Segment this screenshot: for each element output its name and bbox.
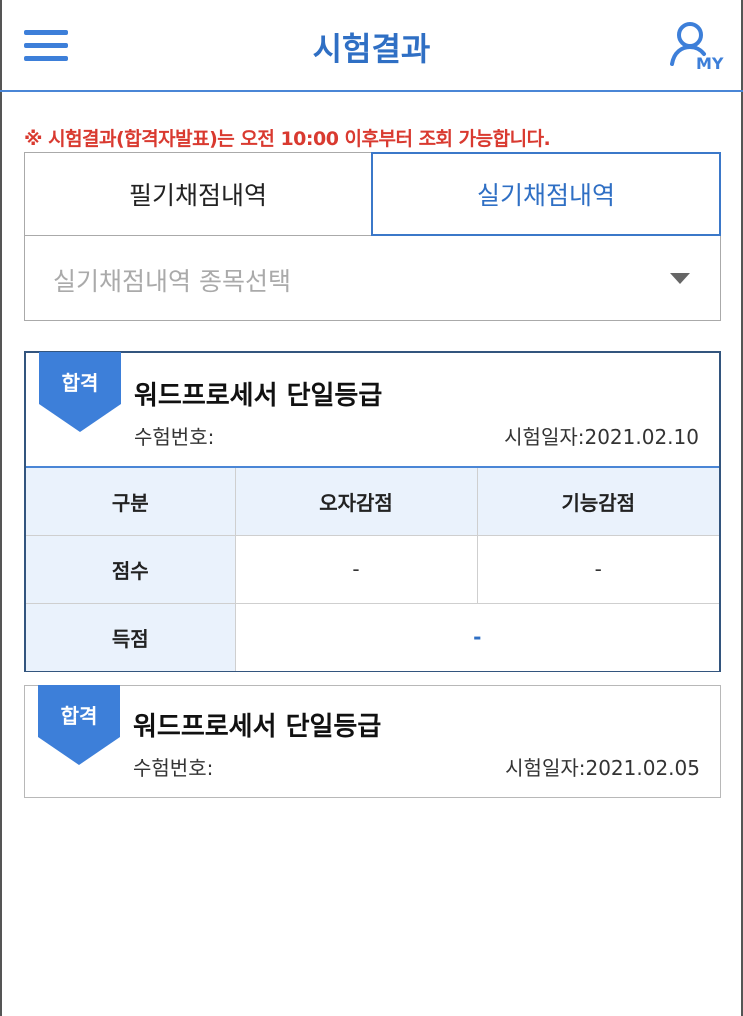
table-row: 점수 - -	[26, 534, 719, 604]
user-my-icon[interactable]: MY	[668, 20, 728, 74]
tab-bar: 필기채점내역 실기채점내역	[24, 152, 721, 236]
tab-written-scores[interactable]: 필기채점내역	[24, 152, 371, 236]
row-label: 점수	[26, 534, 236, 604]
chevron-down-icon	[670, 273, 690, 284]
pass-badge: 합격	[61, 371, 99, 395]
header: 시험결과 MY	[0, 0, 743, 92]
subject-select-placeholder: 실기채점내역 종목선택	[53, 267, 291, 296]
exam-number: 수험번호:	[134, 425, 215, 449]
result-card[interactable]: 합격 워드프로세서 단일등급 수험번호: 시험일자:2021.02.05	[24, 685, 721, 798]
exam-number: 수험번호:	[133, 756, 214, 780]
exam-date: 시험일자:2021.02.05	[505, 756, 700, 780]
row-label: 득점	[26, 602, 236, 671]
my-label: MY	[696, 54, 724, 73]
exam-date: 시험일자:2021.02.10	[504, 425, 699, 449]
score-table: 구분 오자감점 기능감점 점수 - - 득점 -	[26, 466, 719, 671]
exam-subject-name: 워드프로세서 단일등급	[134, 381, 383, 411]
page-title: 시험결과	[312, 30, 431, 68]
table-header-row: 구분 오자감점 기능감점	[26, 466, 719, 536]
table-header: 오자감점	[234, 466, 478, 536]
total-score-value: -	[234, 602, 719, 671]
table-header: 기능감점	[476, 466, 719, 536]
table-row: 득점 -	[26, 602, 719, 671]
subject-select[interactable]: 실기채점내역 종목선택	[24, 236, 721, 321]
typo-deduction-value: -	[234, 534, 478, 604]
function-deduction-value: -	[476, 534, 719, 604]
tab-practical-scores[interactable]: 실기채점내역	[371, 152, 721, 236]
table-header: 구분	[26, 466, 236, 536]
result-card[interactable]: 합격 워드프로세서 단일등급 수험번호: 시험일자:2021.02.10 구분 …	[24, 351, 721, 672]
pass-badge: 합격	[60, 704, 98, 728]
exam-subject-name: 워드프로세서 단일등급	[133, 712, 382, 742]
notice-text: ※ 시험결과(합격자발표)는 오전 10:00 이후부터 조회 가능합니다.	[24, 128, 551, 150]
